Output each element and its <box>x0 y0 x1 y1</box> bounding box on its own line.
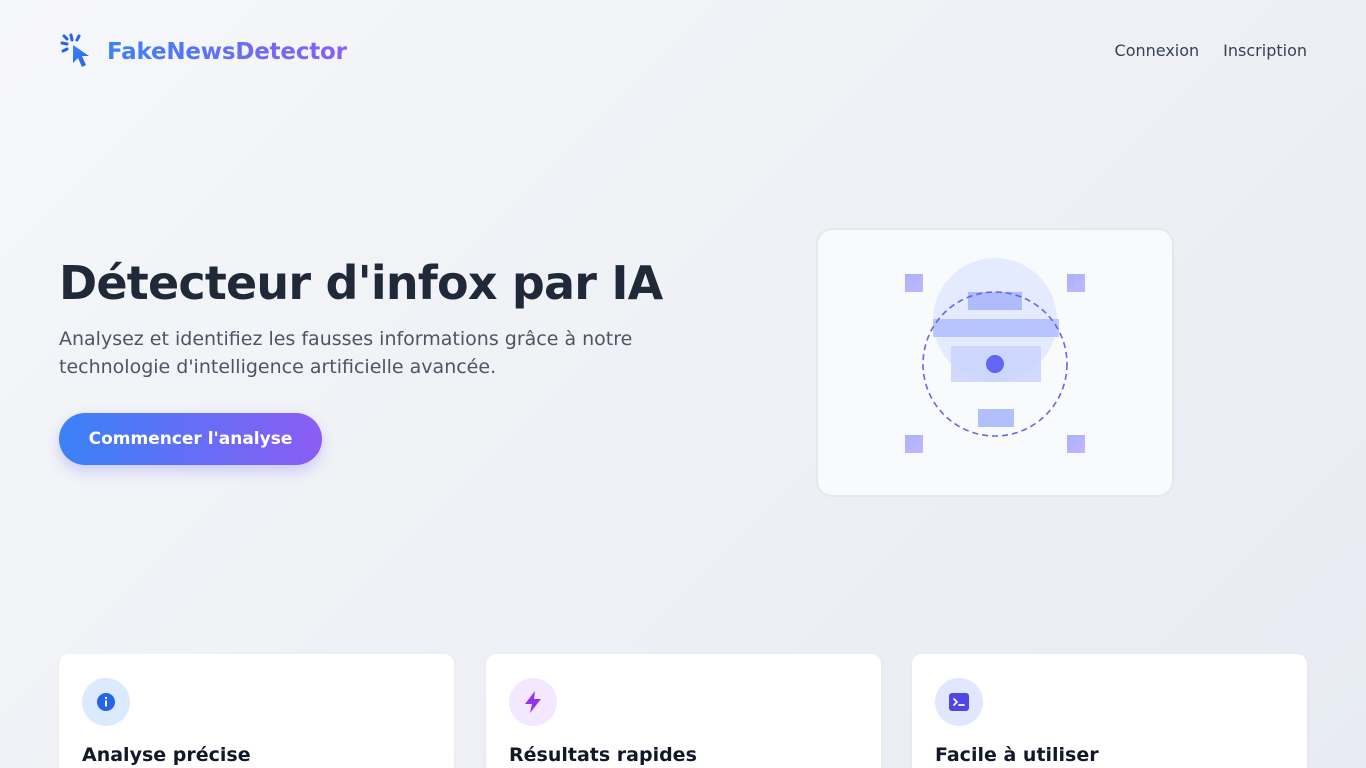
feature-card-fast: Résultats rapides <box>486 654 881 768</box>
top-nav: Connexion Inscription <box>1115 41 1307 60</box>
feature-title: Analyse précise <box>82 744 251 766</box>
feature-title: Résultats rapides <box>509 744 697 766</box>
logo[interactable]: FakeNewsDetector <box>60 33 347 71</box>
feature-card-precise: Analyse précise <box>59 654 454 768</box>
info-icon <box>82 678 130 726</box>
terminal-icon <box>935 678 983 726</box>
logo-text: FakeNewsDetector <box>107 39 347 65</box>
start-analysis-button[interactable]: Commencer l'analyse <box>59 413 322 465</box>
lightning-icon <box>509 678 557 726</box>
cursor-click-icon <box>60 33 89 67</box>
feature-card-easy: Facile à utiliser <box>912 654 1307 768</box>
login-link[interactable]: Connexion <box>1115 41 1200 60</box>
feature-title: Facile à utiliser <box>935 744 1099 766</box>
site-header: FakeNewsDetector Connexion Inscription <box>0 0 1366 104</box>
signup-link[interactable]: Inscription <box>1223 41 1307 60</box>
hero-illustration <box>816 228 1174 497</box>
hero-title: Détecteur d'infox par IA <box>59 256 663 310</box>
scan-illustration <box>905 258 1085 453</box>
hero-subtitle: Analysez et identifiez les fausses infor… <box>59 328 633 378</box>
